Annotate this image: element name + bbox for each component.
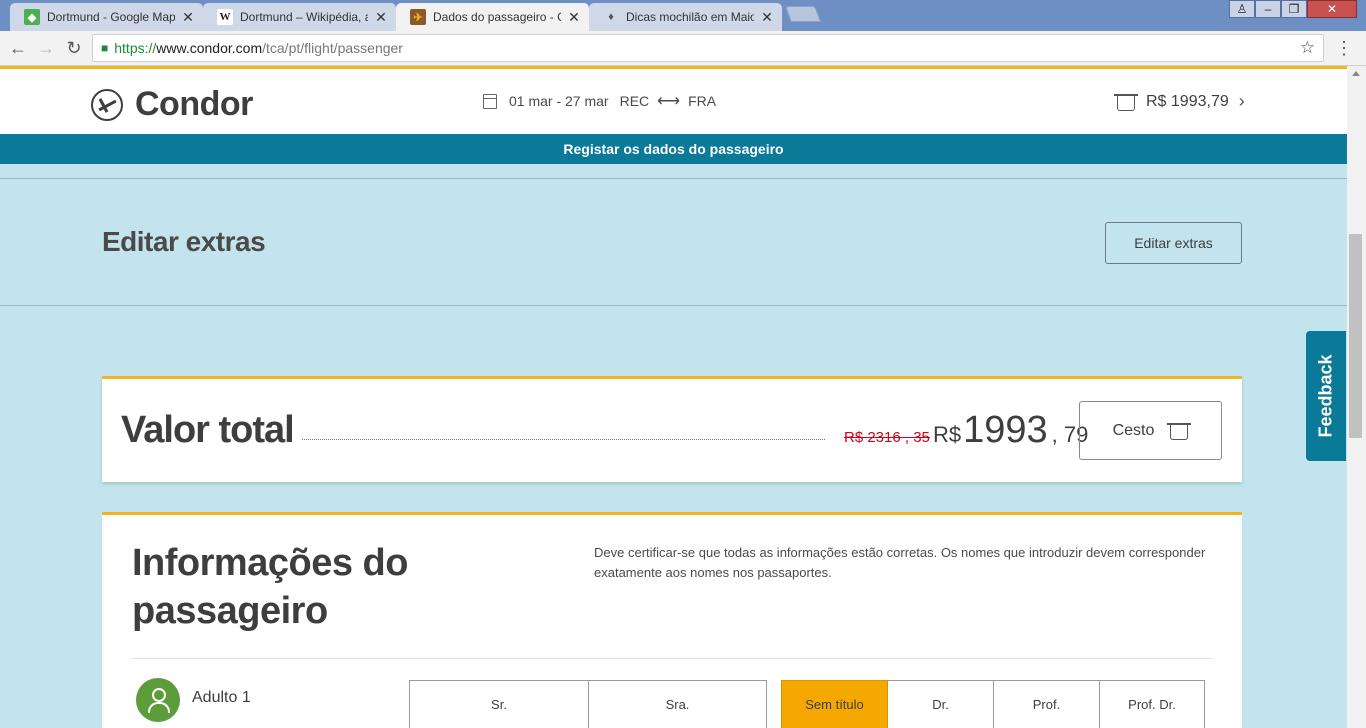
wikipedia-icon: W [217, 9, 233, 25]
brand-name: Condor [135, 85, 253, 123]
url-scheme: https:// [114, 40, 157, 56]
back-icon[interactable]: ← [8, 38, 28, 59]
address-bar[interactable]: ■ https:// www.condor.com /tca/pt/flight… [92, 34, 1324, 62]
old-price: R$ 2316 , 35 [844, 429, 930, 446]
round-trip-arrow-icon: ⟷ [657, 93, 681, 110]
basket-icon [1114, 94, 1138, 111]
feedback-label: Feedback [1315, 354, 1336, 438]
condor-icon: ✈ [410, 9, 426, 25]
extras-heading: Editar extras [102, 226, 266, 257]
close-tab-icon[interactable]: ✕ [181, 9, 195, 26]
passenger-heading: Informações do passageiro [132, 542, 408, 632]
cart-button-label: Cesto [1112, 421, 1155, 439]
gender-selector: Sr. Sra. [409, 680, 767, 728]
close-tab-icon[interactable]: ✕ [374, 9, 388, 26]
title-option-prof-dr[interactable]: Prof. Dr. [1100, 680, 1205, 728]
page-scrollbar[interactable] [1347, 66, 1366, 728]
chevron-right-icon: › [1238, 91, 1245, 111]
pin-icon: ♦ [608, 11, 614, 23]
step-banner-text: Registar os dados do passageiro [563, 141, 784, 157]
forward-icon[interactable]: → [36, 38, 56, 59]
scroll-up-icon[interactable] [1352, 71, 1360, 76]
passenger-label: Adulto 1 [192, 689, 251, 706]
browser-tab-wikipedia[interactable]: W Dortmund – Wikipédia, a ✕ [203, 3, 396, 31]
feedback-tab[interactable]: Feedback [1306, 331, 1346, 461]
total-label: Valor total [121, 409, 295, 451]
browser-tab-condor[interactable]: ✈ Dados do passageiro - Co ✕ [396, 3, 589, 31]
url-host: www.condor.com [156, 40, 263, 56]
trip-dates: 01 mar - 27 mar [509, 93, 609, 109]
url-path: /tca/pt/flight/passenger [262, 40, 403, 56]
browser-tab-google-maps[interactable]: ◆ Dortmund - Google Map ✕ [10, 3, 203, 31]
cart-button[interactable]: Cesto [1079, 401, 1222, 460]
close-tab-icon[interactable]: ✕ [760, 9, 774, 26]
close-tab-icon[interactable]: ✕ [567, 9, 581, 26]
title-option-prof[interactable]: Prof. [994, 680, 1100, 728]
edit-extras-button[interactable]: Editar extras [1105, 222, 1242, 264]
calendar-icon [483, 93, 497, 109]
title-option-sem-titulo[interactable]: Sem título [781, 680, 888, 728]
price-currency: R$ [933, 422, 962, 447]
new-tab-button[interactable] [785, 6, 821, 22]
condor-logo[interactable]: Condor [91, 85, 253, 124]
trip-summary: 01 mar - 27 mar REC ⟷ FRA [483, 91, 716, 111]
maximize-icon[interactable]: ❐ [1281, 0, 1307, 18]
tab-title: Dortmund – Wikipédia, a [240, 10, 368, 24]
passenger-card: Informações do passageiro Deve certifica… [102, 512, 1242, 728]
window-close-icon[interactable]: ✕ [1307, 0, 1357, 18]
minimize-icon[interactable]: – [1255, 0, 1281, 18]
gender-option-sr[interactable]: Sr. [409, 680, 589, 728]
bookmark-star-icon[interactable]: ☆ [1300, 38, 1315, 58]
browser-tab-strip: ◆ Dortmund - Google Map ✕ W Dortmund – W… [0, 0, 1366, 31]
browser-tab-dicas[interactable]: ♦ Dicas mochilão em Maio ✕ [589, 3, 782, 31]
step-banner: Registar os dados do passageiro [0, 134, 1347, 164]
lock-icon: ■ [101, 41, 109, 55]
destination-airport: FRA [688, 93, 717, 109]
browser-menu-icon[interactable]: ⋮ [1335, 38, 1353, 59]
browser-toolbar: ← → ↻ ■ https:// www.condor.com /tca/pt/… [0, 31, 1366, 66]
scrollbar-thumb[interactable] [1349, 234, 1362, 438]
user-icon[interactable]: ♙ [1229, 0, 1255, 18]
tab-title: Dortmund - Google Map [47, 10, 175, 24]
title-selector: Sem título Dr. Prof. Prof. Dr. [781, 680, 1205, 728]
dotted-leader [302, 439, 825, 440]
reload-icon[interactable]: ↻ [64, 38, 84, 59]
condor-logo-icon [91, 88, 123, 121]
window-controls: ♙ – ❐ ✕ [1229, 0, 1357, 18]
passenger-note: Deve certificar-se que todas as informaç… [594, 545, 1206, 580]
extras-section: Editar extras Editar extras [0, 178, 1347, 306]
origin-airport: REC [619, 93, 650, 109]
gender-option-sra[interactable]: Sra. [589, 680, 767, 728]
header-basket[interactable]: R$ 1993,79 › [1114, 91, 1245, 112]
title-option-dr[interactable]: Dr. [888, 680, 994, 728]
price-integer: 1993 [963, 409, 1048, 451]
tab-title: Dados do passageiro - Co [433, 10, 561, 24]
basket-total: R$ 1993,79 [1146, 92, 1229, 110]
user-avatar-icon [136, 678, 180, 722]
tab-title: Dicas mochilão em Maio [626, 10, 754, 24]
total-card: Valor total R$ 2316 , 35 R$ 1993 , 79 Ce… [102, 376, 1242, 482]
divider [132, 658, 1212, 659]
site-header: Condor 01 mar - 27 mar REC ⟷ FRA R$ 1993… [0, 66, 1347, 134]
basket-icon [1167, 423, 1192, 440]
google-maps-icon: ◆ [24, 9, 40, 25]
current-price: R$ 1993 , 79 [933, 409, 1088, 452]
